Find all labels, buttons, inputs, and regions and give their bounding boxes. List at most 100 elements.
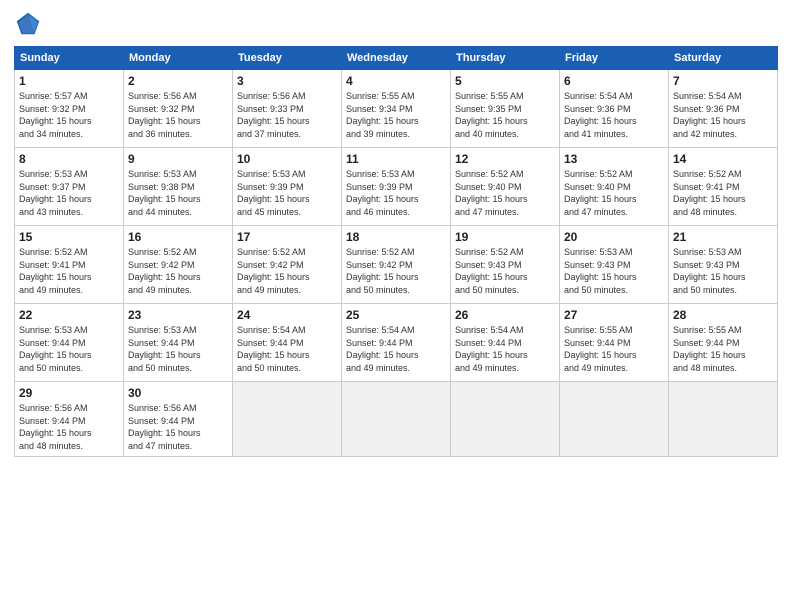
day-cell <box>451 382 560 457</box>
day-cell: 4 Sunrise: 5:55 AM Sunset: 9:34 PM Daylig… <box>342 70 451 148</box>
logo <box>14 10 46 38</box>
day-info: Sunrise: 5:56 AM Sunset: 9:44 PM Dayligh… <box>19 402 119 452</box>
calendar-table: SundayMondayTuesdayWednesdayThursdayFrid… <box>14 46 778 457</box>
day-number: 28 <box>673 308 773 322</box>
week-row-2: 8 Sunrise: 5:53 AM Sunset: 9:37 PM Daylig… <box>15 148 778 226</box>
day-number: 29 <box>19 386 119 400</box>
day-number: 7 <box>673 74 773 88</box>
day-cell: 9 Sunrise: 5:53 AM Sunset: 9:38 PM Daylig… <box>124 148 233 226</box>
day-number: 25 <box>346 308 446 322</box>
day-number: 2 <box>128 74 228 88</box>
day-number: 9 <box>128 152 228 166</box>
day-number: 16 <box>128 230 228 244</box>
col-header-thursday: Thursday <box>451 47 560 70</box>
day-cell: 26 Sunrise: 5:54 AM Sunset: 9:44 PM Dayli… <box>451 304 560 382</box>
day-info: Sunrise: 5:53 AM Sunset: 9:44 PM Dayligh… <box>128 324 228 374</box>
day-number: 15 <box>19 230 119 244</box>
day-number: 22 <box>19 308 119 322</box>
day-info: Sunrise: 5:52 AM Sunset: 9:41 PM Dayligh… <box>19 246 119 296</box>
day-number: 27 <box>564 308 664 322</box>
header <box>14 10 778 38</box>
day-info: Sunrise: 5:56 AM Sunset: 9:33 PM Dayligh… <box>237 90 337 140</box>
week-row-3: 15 Sunrise: 5:52 AM Sunset: 9:41 PM Dayli… <box>15 226 778 304</box>
day-number: 20 <box>564 230 664 244</box>
day-number: 21 <box>673 230 773 244</box>
day-info: Sunrise: 5:55 AM Sunset: 9:35 PM Dayligh… <box>455 90 555 140</box>
day-cell: 24 Sunrise: 5:54 AM Sunset: 9:44 PM Dayli… <box>233 304 342 382</box>
day-cell: 25 Sunrise: 5:54 AM Sunset: 9:44 PM Dayli… <box>342 304 451 382</box>
day-info: Sunrise: 5:57 AM Sunset: 9:32 PM Dayligh… <box>19 90 119 140</box>
day-info: Sunrise: 5:53 AM Sunset: 9:44 PM Dayligh… <box>19 324 119 374</box>
day-info: Sunrise: 5:54 AM Sunset: 9:36 PM Dayligh… <box>564 90 664 140</box>
day-info: Sunrise: 5:53 AM Sunset: 9:43 PM Dayligh… <box>673 246 773 296</box>
col-header-friday: Friday <box>560 47 669 70</box>
day-number: 5 <box>455 74 555 88</box>
day-info: Sunrise: 5:52 AM Sunset: 9:40 PM Dayligh… <box>564 168 664 218</box>
day-number: 18 <box>346 230 446 244</box>
day-info: Sunrise: 5:52 AM Sunset: 9:40 PM Dayligh… <box>455 168 555 218</box>
day-cell: 6 Sunrise: 5:54 AM Sunset: 9:36 PM Daylig… <box>560 70 669 148</box>
day-cell: 27 Sunrise: 5:55 AM Sunset: 9:44 PM Dayli… <box>560 304 669 382</box>
day-cell: 12 Sunrise: 5:52 AM Sunset: 9:40 PM Dayli… <box>451 148 560 226</box>
week-row-4: 22 Sunrise: 5:53 AM Sunset: 9:44 PM Dayli… <box>15 304 778 382</box>
day-info: Sunrise: 5:53 AM Sunset: 9:38 PM Dayligh… <box>128 168 228 218</box>
day-cell: 18 Sunrise: 5:52 AM Sunset: 9:42 PM Dayli… <box>342 226 451 304</box>
week-row-1: 1 Sunrise: 5:57 AM Sunset: 9:32 PM Daylig… <box>15 70 778 148</box>
day-cell <box>233 382 342 457</box>
day-number: 1 <box>19 74 119 88</box>
day-number: 3 <box>237 74 337 88</box>
day-info: Sunrise: 5:54 AM Sunset: 9:44 PM Dayligh… <box>346 324 446 374</box>
week-row-5: 29 Sunrise: 5:56 AM Sunset: 9:44 PM Dayli… <box>15 382 778 457</box>
day-cell: 5 Sunrise: 5:55 AM Sunset: 9:35 PM Daylig… <box>451 70 560 148</box>
day-number: 13 <box>564 152 664 166</box>
day-info: Sunrise: 5:53 AM Sunset: 9:39 PM Dayligh… <box>346 168 446 218</box>
day-number: 26 <box>455 308 555 322</box>
day-number: 23 <box>128 308 228 322</box>
day-number: 24 <box>237 308 337 322</box>
day-info: Sunrise: 5:53 AM Sunset: 9:43 PM Dayligh… <box>564 246 664 296</box>
col-header-wednesday: Wednesday <box>342 47 451 70</box>
col-header-sunday: Sunday <box>15 47 124 70</box>
day-cell: 8 Sunrise: 5:53 AM Sunset: 9:37 PM Daylig… <box>15 148 124 226</box>
day-cell: 23 Sunrise: 5:53 AM Sunset: 9:44 PM Dayli… <box>124 304 233 382</box>
day-number: 11 <box>346 152 446 166</box>
day-number: 6 <box>564 74 664 88</box>
col-header-tuesday: Tuesday <box>233 47 342 70</box>
day-cell: 29 Sunrise: 5:56 AM Sunset: 9:44 PM Dayli… <box>15 382 124 457</box>
day-cell: 2Sunrise: 5:56 AM Sunset: 9:32 PM Daylig… <box>124 70 233 148</box>
day-cell: 20 Sunrise: 5:53 AM Sunset: 9:43 PM Dayli… <box>560 226 669 304</box>
day-cell: 3 Sunrise: 5:56 AM Sunset: 9:33 PM Daylig… <box>233 70 342 148</box>
day-cell: 13 Sunrise: 5:52 AM Sunset: 9:40 PM Dayli… <box>560 148 669 226</box>
day-info: Sunrise: 5:53 AM Sunset: 9:37 PM Dayligh… <box>19 168 119 218</box>
day-info: Sunrise: 5:55 AM Sunset: 9:44 PM Dayligh… <box>673 324 773 374</box>
day-cell: 28 Sunrise: 5:55 AM Sunset: 9:44 PM Dayli… <box>669 304 778 382</box>
day-cell: 16Sunrise: 5:52 AM Sunset: 9:42 PM Dayli… <box>124 226 233 304</box>
calendar-header-row: SundayMondayTuesdayWednesdayThursdayFrid… <box>15 47 778 70</box>
day-info: Sunrise: 5:52 AM Sunset: 9:41 PM Dayligh… <box>673 168 773 218</box>
day-info: Sunrise: 5:54 AM Sunset: 9:44 PM Dayligh… <box>455 324 555 374</box>
day-info: Sunrise: 5:55 AM Sunset: 9:44 PM Dayligh… <box>564 324 664 374</box>
day-cell: 19 Sunrise: 5:52 AM Sunset: 9:43 PM Dayli… <box>451 226 560 304</box>
day-info: Sunrise: 5:54 AM Sunset: 9:44 PM Dayligh… <box>237 324 337 374</box>
day-number: 10 <box>237 152 337 166</box>
day-number: 8 <box>19 152 119 166</box>
day-cell: 10 Sunrise: 5:53 AM Sunset: 9:39 PM Dayli… <box>233 148 342 226</box>
day-cell: 21 Sunrise: 5:53 AM Sunset: 9:43 PM Dayli… <box>669 226 778 304</box>
day-info: Sunrise: 5:52 AM Sunset: 9:43 PM Dayligh… <box>455 246 555 296</box>
day-info: Sunrise: 5:53 AM Sunset: 9:39 PM Dayligh… <box>237 168 337 218</box>
day-number: 17 <box>237 230 337 244</box>
day-number: 4 <box>346 74 446 88</box>
day-info: Sunrise: 5:56 AM Sunset: 9:44 PM Dayligh… <box>128 402 228 452</box>
col-header-saturday: Saturday <box>669 47 778 70</box>
col-header-monday: Monday <box>124 47 233 70</box>
day-cell: 15 Sunrise: 5:52 AM Sunset: 9:41 PM Dayli… <box>15 226 124 304</box>
day-number: 19 <box>455 230 555 244</box>
day-cell: 17Sunrise: 5:52 AM Sunset: 9:42 PM Dayli… <box>233 226 342 304</box>
day-info: Sunrise: 5:55 AM Sunset: 9:34 PM Dayligh… <box>346 90 446 140</box>
day-info: Sunrise: 5:54 AM Sunset: 9:36 PM Dayligh… <box>673 90 773 140</box>
day-cell: 14Sunrise: 5:52 AM Sunset: 9:41 PM Dayli… <box>669 148 778 226</box>
day-cell: 1 Sunrise: 5:57 AM Sunset: 9:32 PM Daylig… <box>15 70 124 148</box>
day-number: 12 <box>455 152 555 166</box>
day-info: Sunrise: 5:52 AM Sunset: 9:42 PM Dayligh… <box>346 246 446 296</box>
day-cell <box>342 382 451 457</box>
